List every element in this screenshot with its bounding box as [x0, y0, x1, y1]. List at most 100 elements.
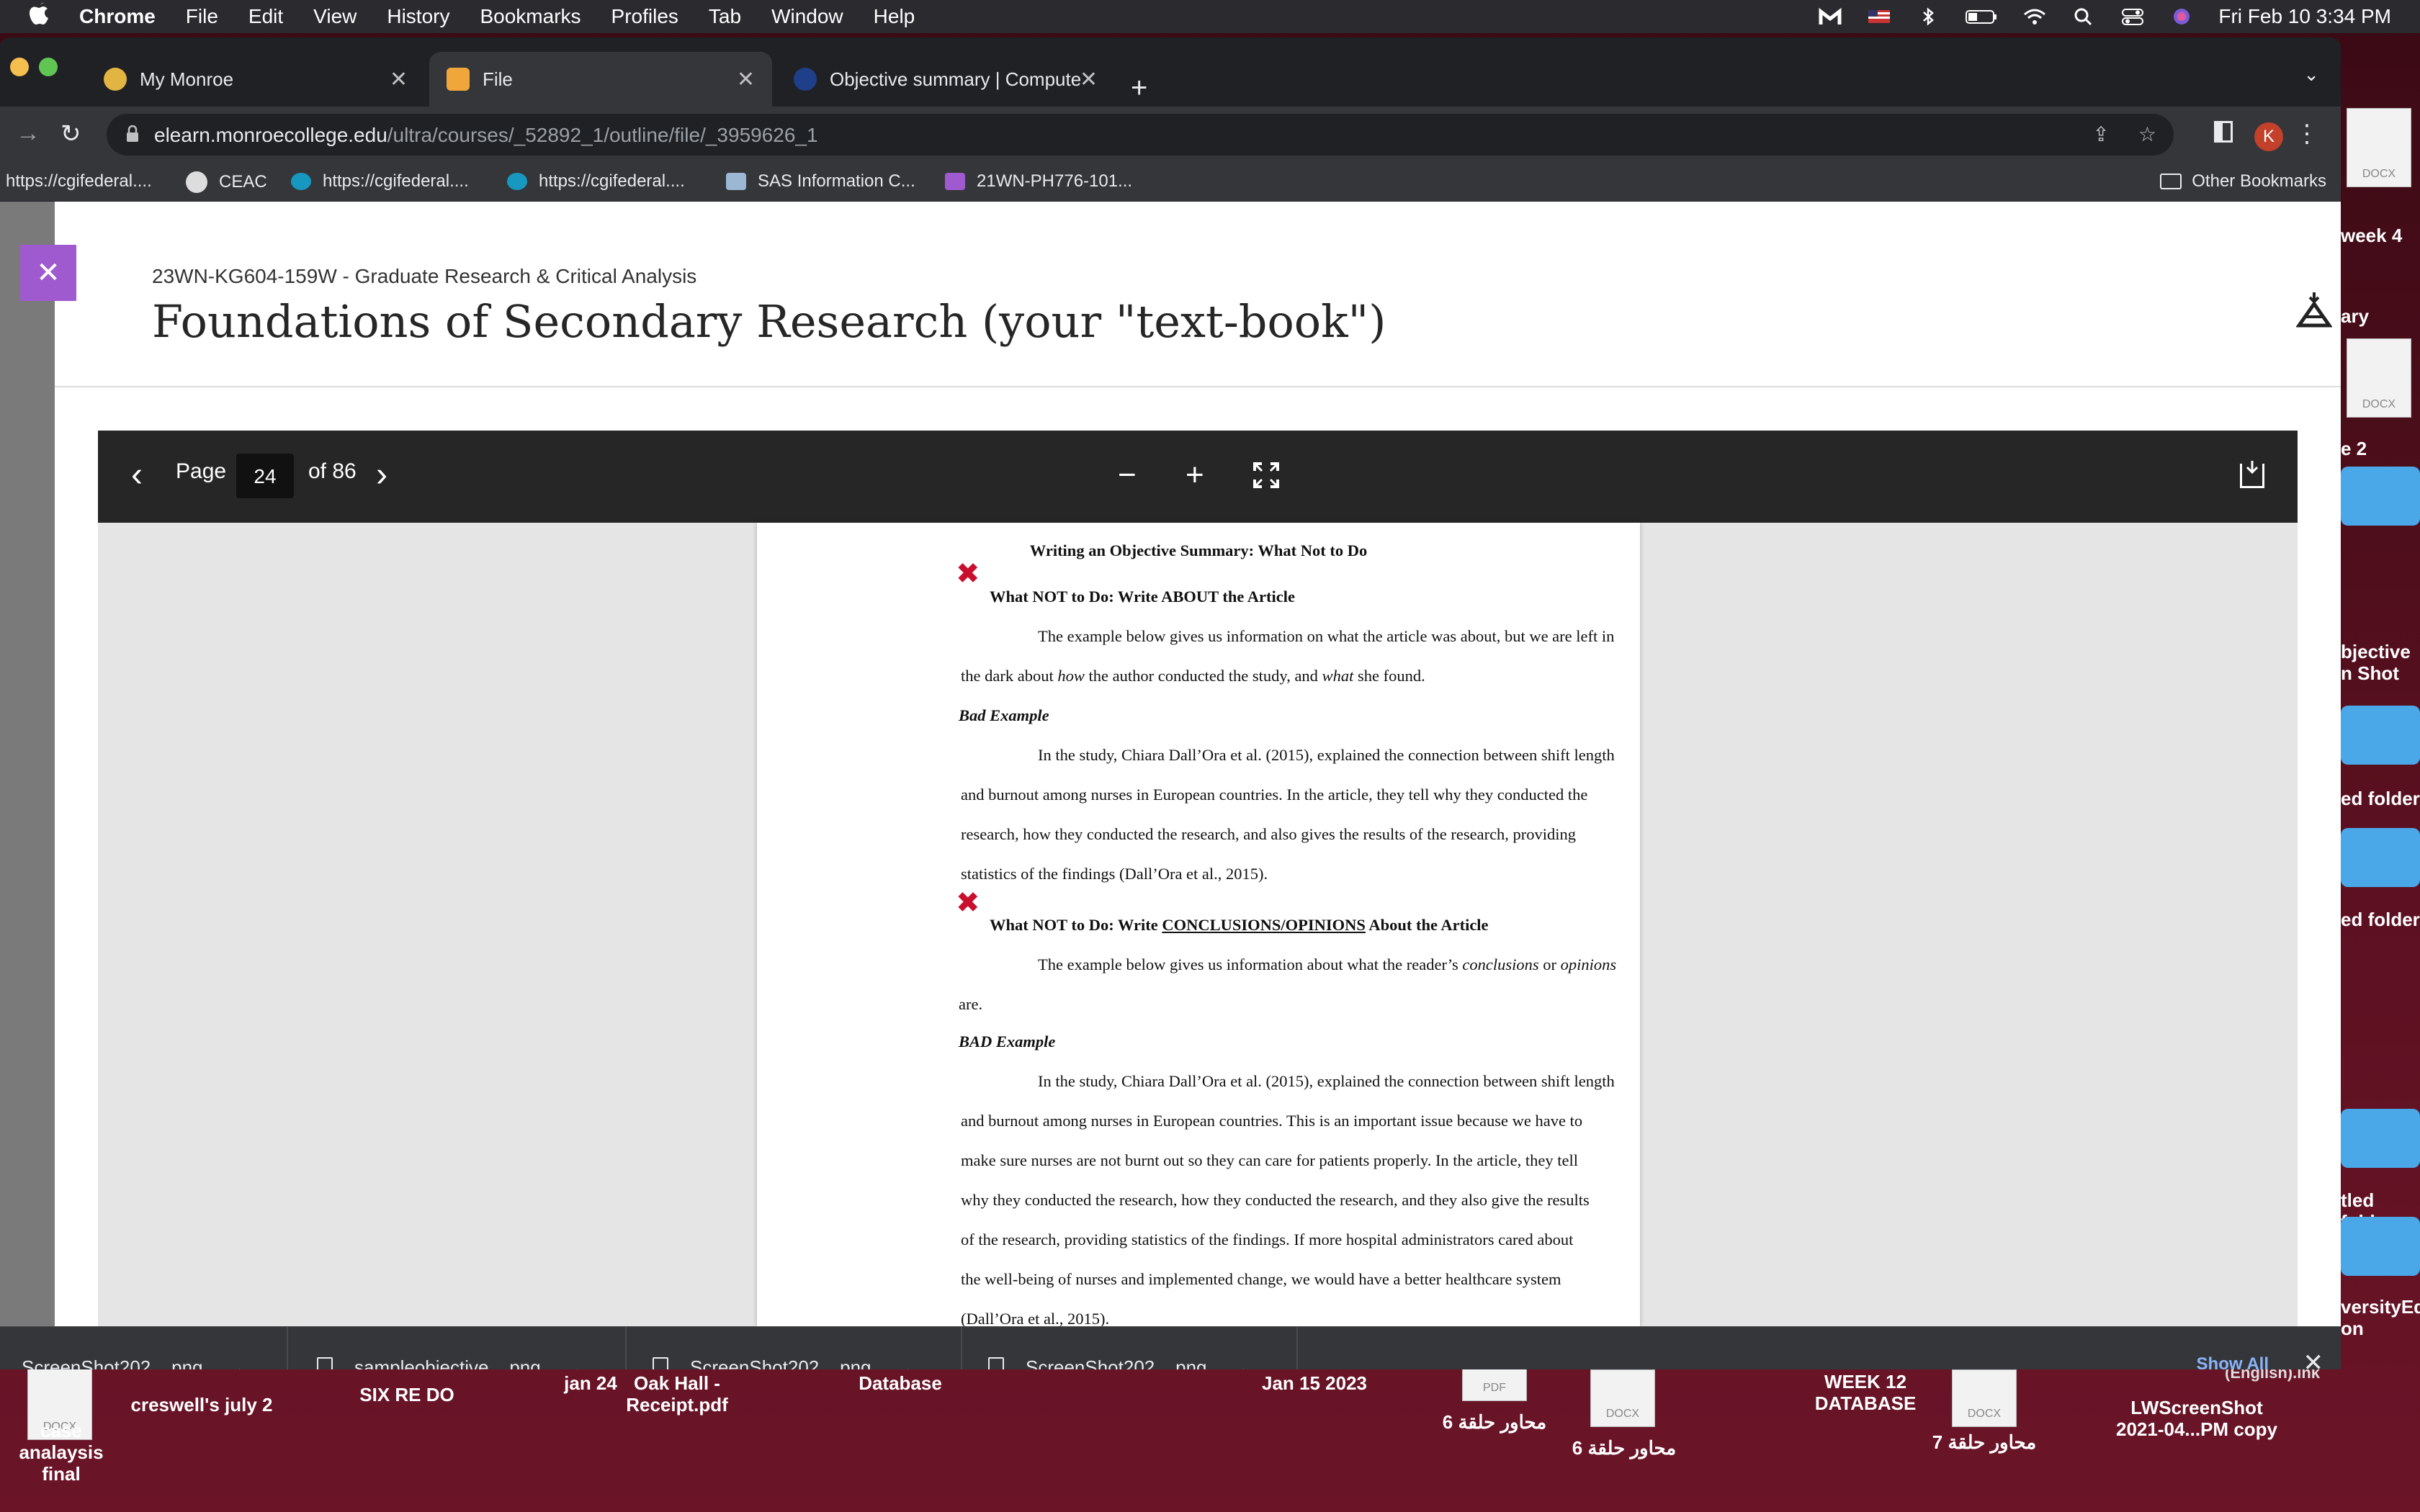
bookmark-item[interactable]: CEAC	[186, 171, 267, 193]
bookmark-item[interactable]: https://cgifederal....	[291, 171, 469, 192]
chrome-menu-icon[interactable]: ⋮	[2295, 120, 2319, 148]
chevron-up-icon[interactable]: ︿	[570, 1356, 586, 1369]
desktop-file-icon[interactable]: DOCX	[1590, 1369, 1655, 1427]
desktop-item-label[interactable]: e 2	[2341, 438, 2420, 459]
desktop-item-label[interactable]: creswell's july 2	[115, 1394, 288, 1416]
desktop-file-icon[interactable]: DOCX	[2347, 338, 2411, 418]
desktop-item-label[interactable]: ed folder	[2341, 909, 2420, 930]
folder-icon[interactable]	[2341, 1217, 2420, 1276]
desktop-item-label[interactable]: محاور حلقة 6	[1433, 1411, 1556, 1433]
control-center-icon[interactable]	[2120, 7, 2145, 26]
zoom-window-button[interactable]	[39, 58, 58, 76]
apple-menu-icon[interactable]	[29, 1, 50, 32]
forward-icon[interactable]: →	[16, 120, 40, 148]
tab-my-monroe[interactable]: My Monroe ✕	[86, 52, 425, 107]
download-icon[interactable]	[2240, 461, 2264, 488]
desktop-item-label[interactable]: Jan 15 2023	[1253, 1372, 1376, 1394]
tab-objective-summary[interactable]: Objective summary | Computer ✕	[776, 52, 1115, 107]
desktop-item-label[interactable]: محاور حلقة 6	[1563, 1437, 1685, 1459]
battery-icon[interactable]	[1965, 7, 1998, 26]
pdf-text: the author conducted the study, and	[1084, 667, 1322, 685]
reload-icon[interactable]: ↻	[60, 120, 81, 148]
previous-page-icon[interactable]: ‹	[131, 458, 143, 492]
minimize-window-button[interactable]	[10, 58, 29, 76]
desktop-item-label[interactable]: محاور حلقة 7	[1923, 1431, 2045, 1453]
menubar-clock[interactable]: Fri Feb 10 3:34 PM	[2218, 5, 2391, 28]
zoom-out-icon[interactable]: −	[1118, 458, 1137, 492]
fullscreen-icon[interactable]	[1252, 461, 1281, 490]
bookmark-item[interactable]: https://cgifederal....	[6, 171, 152, 192]
menu-window[interactable]: Window	[771, 5, 843, 28]
bookmark-item[interactable]: 21WN-PH776-101...	[945, 171, 1132, 192]
desktop-item-label[interactable]: versityEd on	[2341, 1296, 2420, 1339]
zoom-in-icon[interactable]: +	[1186, 458, 1204, 492]
next-page-icon[interactable]: ›	[376, 458, 387, 492]
desktop-item-label[interactable]: SIX RE DO	[346, 1384, 468, 1405]
wifi-icon[interactable]	[2022, 7, 2047, 26]
address-bar[interactable]: elearn.monroecollege.edu/ultra/courses/_…	[107, 114, 2174, 156]
bookmark-star-icon[interactable]: ☆	[2138, 122, 2156, 146]
desktop-item-label[interactable]: bjective n Shot	[2341, 641, 2420, 684]
chevron-up-icon[interactable]: ︿	[232, 1356, 248, 1369]
chevron-up-icon[interactable]: ︿	[1236, 1356, 1252, 1369]
menu-profiles[interactable]: Profiles	[611, 5, 678, 28]
desktop-item-label[interactable]: week 4	[2341, 225, 2420, 246]
tab-file[interactable]: File ✕	[429, 52, 772, 107]
download-item[interactable]: ScreenShot202....png ︿	[962, 1327, 1298, 1369]
spotlight-search-icon[interactable]	[2071, 7, 2096, 26]
bookmark-item[interactable]: https://cgifederal....	[507, 171, 685, 192]
download-item[interactable]: ScreenShot202....png ︿	[0, 1327, 288, 1369]
desktop-item-label[interactable]: Oak Hall - Receipt.pdf	[619, 1372, 735, 1416]
close-tab-icon[interactable]: ✕	[737, 67, 755, 92]
close-downloads-bar-icon[interactable]: ✕	[2303, 1349, 2324, 1369]
desktop-item-label[interactable]: LWScreenShot 2021-04...PM copy	[2096, 1397, 2298, 1440]
bookmark-item[interactable]: SAS Information C...	[726, 171, 915, 192]
folder-icon[interactable]	[2341, 828, 2420, 887]
menu-tab[interactable]: Tab	[709, 5, 741, 28]
new-tab-icon[interactable]: +	[1131, 73, 1147, 102]
malwarebytes-icon[interactable]	[1818, 7, 1842, 26]
bluetooth-icon[interactable]	[1916, 7, 1940, 26]
menu-help[interactable]: Help	[874, 5, 915, 28]
pdf-paragraph-line: are.	[959, 995, 983, 1013]
desktop-item-label[interactable]: ary	[2341, 305, 2420, 327]
menu-bar: Chrome File Edit View History Bookmarks …	[0, 0, 2420, 33]
siri-icon[interactable]	[2169, 7, 2194, 26]
share-icon[interactable]: ⇪	[2092, 122, 2109, 146]
download-item[interactable]: sampleobjective....png ︿	[291, 1327, 627, 1369]
side-panel-icon[interactable]	[2214, 121, 2233, 143]
menu-bookmarks[interactable]: Bookmarks	[480, 5, 581, 28]
desktop-item-label[interactable]: jan 24	[555, 1372, 627, 1394]
show-all-downloads-button[interactable]: Show All	[2197, 1354, 2269, 1369]
pdf-viewer: ‹ Page 24 of 86 › − + Writing an Objecti…	[98, 431, 2298, 1326]
menu-file[interactable]: File	[186, 5, 218, 28]
url-text[interactable]: elearn.monroecollege.edu/ultra/courses/_…	[154, 124, 818, 147]
close-panel-button[interactable]: ✕	[20, 245, 76, 301]
close-tab-icon[interactable]: ✕	[1080, 67, 1098, 92]
page-number-input[interactable]: 24	[236, 454, 294, 498]
menu-history[interactable]: History	[387, 5, 449, 28]
desktop-item-label[interactable]: ed folder	[2341, 788, 2420, 809]
menu-app-name[interactable]: Chrome	[79, 5, 156, 28]
menu-view[interactable]: View	[313, 5, 357, 28]
folder-icon[interactable]	[2341, 467, 2420, 526]
profile-avatar[interactable]: K	[2254, 122, 2283, 151]
desktop-item-label[interactable]: WEEK 12 DATABASE	[1801, 1371, 1930, 1414]
lock-icon[interactable]	[125, 125, 140, 143]
other-bookmarks[interactable]: Other Bookmarks	[2160, 171, 2326, 192]
alternative-formats-icon[interactable]	[2296, 288, 2332, 328]
download-item[interactable]: ScreenShot202....png ︿	[627, 1327, 962, 1369]
red-x-icon: ✖	[956, 557, 980, 590]
close-tab-icon[interactable]: ✕	[390, 67, 408, 92]
desktop-file-icon[interactable]: DOCX	[1952, 1369, 2017, 1427]
desktop-item-label[interactable]: Database	[850, 1372, 951, 1394]
folder-icon[interactable]	[2341, 1109, 2420, 1168]
chevron-up-icon[interactable]: ︿	[900, 1356, 916, 1369]
menu-edit[interactable]: Edit	[248, 5, 283, 28]
desktop-item-label[interactable]: case analaysis final	[0, 1420, 122, 1485]
desktop-file-icon[interactable]: DOCX	[2347, 108, 2411, 187]
tab-search-chevron-icon[interactable]: ⌄	[2303, 63, 2319, 86]
bookmark-label: https://cgifederal....	[323, 171, 469, 191]
us-flag-icon[interactable]	[1867, 7, 1891, 26]
folder-icon[interactable]	[2341, 706, 2420, 765]
